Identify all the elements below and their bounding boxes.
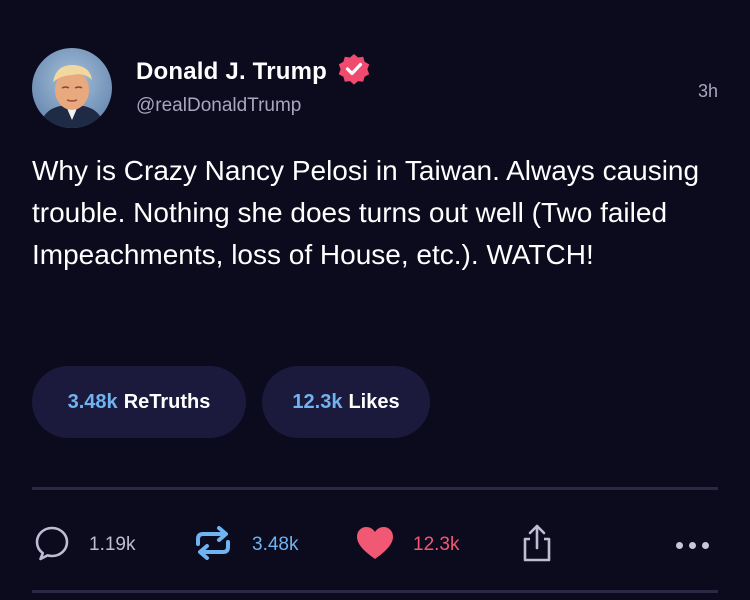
like-count: 12.3k [413, 534, 460, 555]
retruths-count: 3.48k [67, 390, 118, 413]
retruths-count-button[interactable]: 3.48k ReTruths [32, 366, 246, 438]
avatar[interactable] [32, 48, 112, 128]
likes-label: Likes [348, 390, 400, 413]
reply-button[interactable]: 1.19k [33, 523, 135, 567]
more-options-button[interactable] [676, 523, 709, 567]
reply-count: 1.19k [89, 534, 136, 555]
divider [32, 590, 718, 593]
reply-bubble-icon [33, 524, 71, 567]
author-name[interactable]: Donald J. Trump [136, 58, 327, 86]
likes-count: 12.3k [292, 390, 343, 413]
author-handle[interactable]: @realDonaldTrump [136, 95, 301, 117]
share-icon [520, 523, 554, 568]
verified-badge-icon [337, 52, 371, 91]
retruth-button[interactable]: 3.48k [192, 523, 298, 567]
post-header: Donald J. Trump @realDonaldTrump 3h [32, 48, 718, 130]
author-name-row: Donald J. Trump [136, 52, 371, 91]
post-text: Why is Crazy Nancy Pelosi in Taiwan. Alw… [32, 155, 700, 270]
like-button[interactable]: 12.3k [355, 523, 459, 567]
heart-icon [355, 524, 395, 567]
likes-count-button[interactable]: 12.3k Likes [262, 366, 430, 438]
retruth-count: 3.48k [252, 534, 299, 555]
avatar-photo-icon [40, 64, 104, 128]
share-button[interactable] [520, 523, 554, 567]
retruths-label: ReTruths [123, 390, 211, 413]
post-timestamp[interactable]: 3h [698, 81, 718, 102]
more-dots-icon [676, 541, 709, 549]
divider [32, 487, 718, 490]
retruth-arrows-icon [192, 524, 234, 567]
